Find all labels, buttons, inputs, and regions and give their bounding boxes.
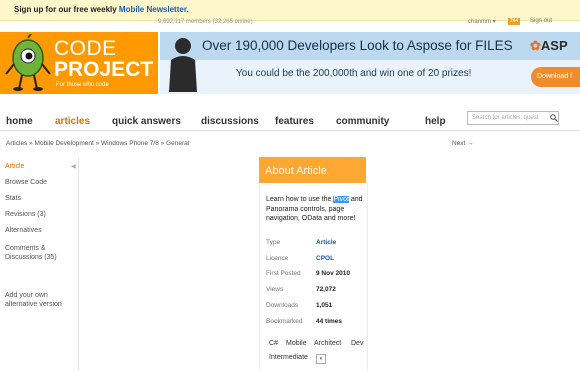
nav-help[interactable]: help — [425, 116, 446, 127]
nav-quick-answers[interactable]: quick answers — [112, 116, 181, 127]
aspose-mark-icon: ✿ — [530, 38, 541, 53]
sidebar-item-alternatives[interactable]: Alternatives — [5, 227, 42, 234]
ad-download-button[interactable]: Download f — [531, 67, 580, 87]
selected-text: Pivot — [333, 196, 349, 203]
downloads-label: Downloads — [266, 302, 299, 309]
bob-mascot-icon — [5, 34, 51, 91]
nav-community[interactable]: community — [336, 116, 389, 127]
tag-dev[interactable]: Dev — [351, 340, 363, 347]
tag-architect[interactable]: Architect — [314, 340, 341, 347]
nav-articles[interactable]: articles — [55, 116, 90, 127]
sidebar-item-revisions[interactable]: Revisions (3) — [5, 211, 46, 218]
sidebar-item-article[interactable]: Article — [5, 163, 24, 170]
bookmarked-label: Bookmarked — [266, 318, 303, 325]
tag-csharp[interactable]: C# — [269, 340, 278, 347]
level-label: Intermediate — [269, 354, 308, 361]
nav-home[interactable]: home — [6, 116, 33, 127]
logo[interactable]: CODE PROJECT For those who code — [0, 32, 158, 94]
ad-headline: Over 190,000 Developers Look to Aspose f… — [202, 38, 513, 53]
logo-project-text: PROJECT — [54, 58, 154, 81]
newsletter-link[interactable]: Mobile Newsletter — [119, 5, 187, 14]
licence-label: Licence — [266, 255, 289, 262]
ad-subtext: You could be the 200,000th and win one o… — [236, 68, 472, 79]
nav-features[interactable]: features — [275, 116, 314, 127]
collapse-arrow-icon[interactable]: ◀ — [71, 163, 76, 170]
sign-out-link[interactable]: Sign out — [530, 18, 552, 24]
downloads-value: 1,051 — [316, 302, 333, 309]
views-value: 72,072 — [316, 286, 336, 293]
level-dropdown[interactable]: ▾ — [316, 354, 326, 364]
article-description: Learn how to use the Pivot and Panorama … — [266, 196, 363, 222]
sidebar-item-add-alternative[interactable]: Add your own — [5, 292, 48, 299]
tag-mobile[interactable]: Mobile — [286, 340, 307, 347]
search-icon[interactable] — [550, 114, 558, 122]
type-value[interactable]: Article — [316, 239, 336, 246]
newsletter-suffix: . — [186, 5, 189, 14]
sidebar-item-stats[interactable]: Stats — [5, 195, 21, 202]
sidebar-item-browse-code[interactable]: Browse Code — [5, 179, 47, 186]
breadcrumb[interactable]: Articles » Mobile Development » Windows … — [6, 140, 189, 147]
reputation-badge: 244 — [508, 18, 520, 25]
bookmarked-value: 44 times — [316, 318, 343, 325]
sidebar-item-alternative-version[interactable]: alternative version — [5, 301, 62, 308]
newsletter-text: Sign up for our free weekly — [14, 5, 117, 14]
nav-discussions[interactable]: discussions — [201, 116, 259, 127]
person-silhouette-icon — [169, 38, 197, 92]
newsletter-message: Sign up for our free weekly Mobile Newsl… — [14, 5, 189, 14]
about-article-title: About Article — [265, 165, 327, 177]
logo-tagline: For those who code — [56, 82, 109, 88]
first-posted-label: First Posted — [266, 270, 301, 277]
licence-value[interactable]: CPOL — [316, 255, 334, 262]
members-count: 9,692,117 members (32,265 online) — [158, 19, 253, 25]
sidebar-item-discussions[interactable]: Discussions (35) — [5, 254, 57, 261]
search-input[interactable]: Search for articles, quest — [467, 111, 559, 125]
next-link[interactable]: Next → — [452, 140, 474, 147]
sidebar-divider — [78, 158, 79, 371]
first-posted-value: 9 Nov 2010 — [316, 270, 350, 277]
user-menu[interactable]: chanmm ▾ — [468, 18, 496, 25]
aspose-logo: ✿ASP — [530, 38, 568, 53]
sidebar-item-comments[interactable]: Comments & — [5, 245, 45, 252]
type-label: Type — [266, 239, 281, 246]
views-label: Views — [266, 286, 284, 293]
